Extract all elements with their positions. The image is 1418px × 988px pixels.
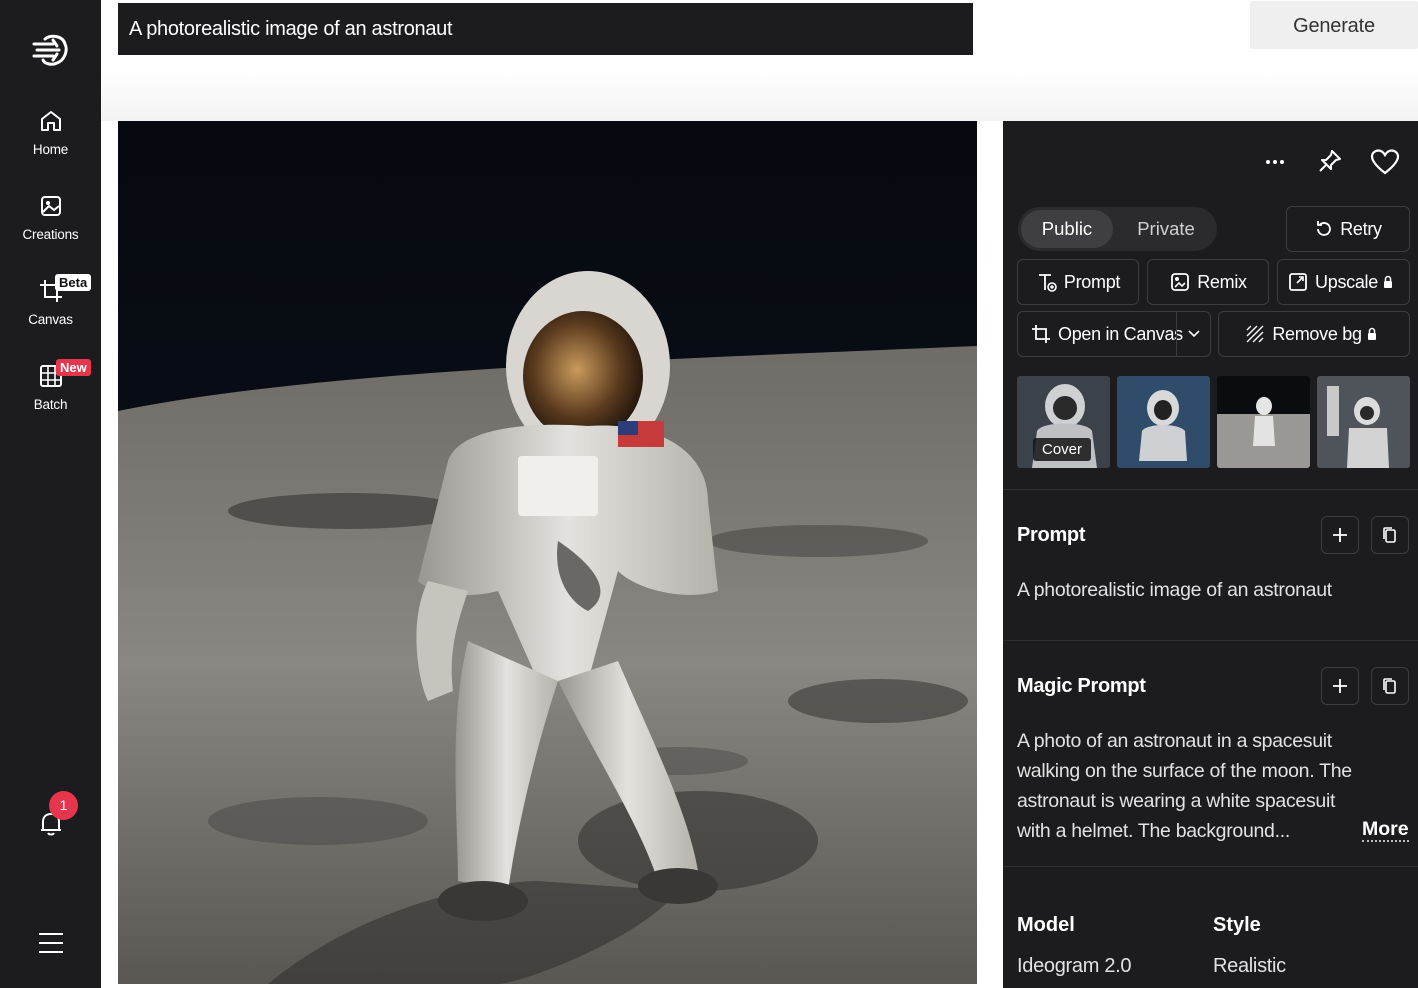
model-value: Ideogram 2.0 [1017,955,1132,977]
variation-thumbnail[interactable] [1317,376,1410,468]
sidebar-item-label: Canvas [28,312,73,327]
sidebar-item-home[interactable]: Home [0,108,101,157]
prompt-section-title: Prompt [1017,524,1086,546]
magic-prompt-text: A photo of an astronaut in a spacesuit w… [1017,730,1352,842]
image-icon [40,196,61,216]
remove-bg-label: Remove bg [1272,323,1362,344]
sidebar-item-label: Home [32,142,69,157]
cover-tag: Cover [1033,438,1092,461]
remix-button-label: Remix [1197,271,1247,292]
style-value: Realistic [1213,955,1286,977]
open-in-canvas-label: Open in Canvas [1058,323,1183,344]
sidebar-item-label: Creations [22,227,79,242]
notification-count-badge: 1 [49,791,78,820]
sidebar-item-creations[interactable]: Creations [0,193,101,242]
header-divider [101,70,1418,121]
remove-bg-icon [1246,325,1264,343]
retry-icon [1317,221,1332,236]
section-divider [1003,866,1418,867]
home-icon [40,111,61,131]
add-magic-prompt-button[interactable] [1321,667,1359,705]
remove-bg-button[interactable]: Remove bg [1218,311,1410,357]
variation-thumbnail[interactable] [1117,376,1210,468]
more-options-icon[interactable] [1264,151,1286,173]
magic-prompt-section-title: Magic Prompt [1017,675,1146,697]
plus-icon [1333,679,1347,693]
copy-icon [1383,527,1396,543]
copy-prompt-button[interactable] [1371,516,1409,554]
sidebar: Home Creations Canvas Beta Batch New 1 [0,0,101,988]
split-divider [1176,312,1177,356]
variation-thumbnail[interactable]: Cover [1017,376,1110,468]
retry-button[interactable]: Retry [1286,206,1410,252]
beta-badge: Beta [55,274,92,291]
remix-icon [1171,273,1190,291]
remix-button[interactable]: Remix [1147,259,1269,305]
more-link[interactable]: More [1362,818,1409,842]
visibility-toggle: Public Private [1018,207,1217,251]
menu-icon[interactable] [37,931,65,955]
upscale-icon [1289,273,1307,291]
upscale-button-label: Upscale [1315,271,1378,292]
canvas-icon [1032,325,1050,343]
style-label: Style [1213,914,1261,936]
prompt-input[interactable]: A photorealistic image of an astronaut [118,3,973,55]
lock-icon [1367,327,1376,340]
details-panel: Public Private Retry Prompt Remix Upscal… [1003,121,1418,988]
public-option[interactable]: Public [1021,210,1113,248]
private-option[interactable]: Private [1119,210,1213,248]
model-label: Model [1017,914,1075,936]
retry-label: Retry [1340,218,1382,239]
new-badge: New [56,359,91,376]
logo-icon[interactable] [31,30,71,70]
pin-icon[interactable] [1316,147,1344,175]
variation-thumbnail[interactable] [1217,376,1310,468]
generated-image[interactable] [118,121,977,984]
add-prompt-button[interactable] [1321,516,1359,554]
open-in-canvas-button[interactable]: Open in Canvas [1017,311,1211,357]
prompt-button[interactable]: Prompt [1017,259,1139,305]
text-plus-icon [1038,274,1057,292]
chevron-down-icon[interactable] [1186,327,1202,341]
sidebar-item-label: Batch [33,397,68,412]
heart-icon[interactable] [1370,148,1400,176]
copy-magic-prompt-button[interactable] [1371,667,1409,705]
section-divider [1003,640,1418,641]
section-divider [1003,489,1418,490]
copy-icon [1383,678,1396,694]
generate-button[interactable]: Generate [1250,1,1418,49]
lock-icon [1383,275,1392,288]
prompt-button-label: Prompt [1063,271,1121,292]
upscale-button[interactable]: Upscale [1277,259,1410,305]
plus-icon [1333,528,1347,542]
prompt-text: A photorealistic image of an astronaut [1017,579,1332,601]
